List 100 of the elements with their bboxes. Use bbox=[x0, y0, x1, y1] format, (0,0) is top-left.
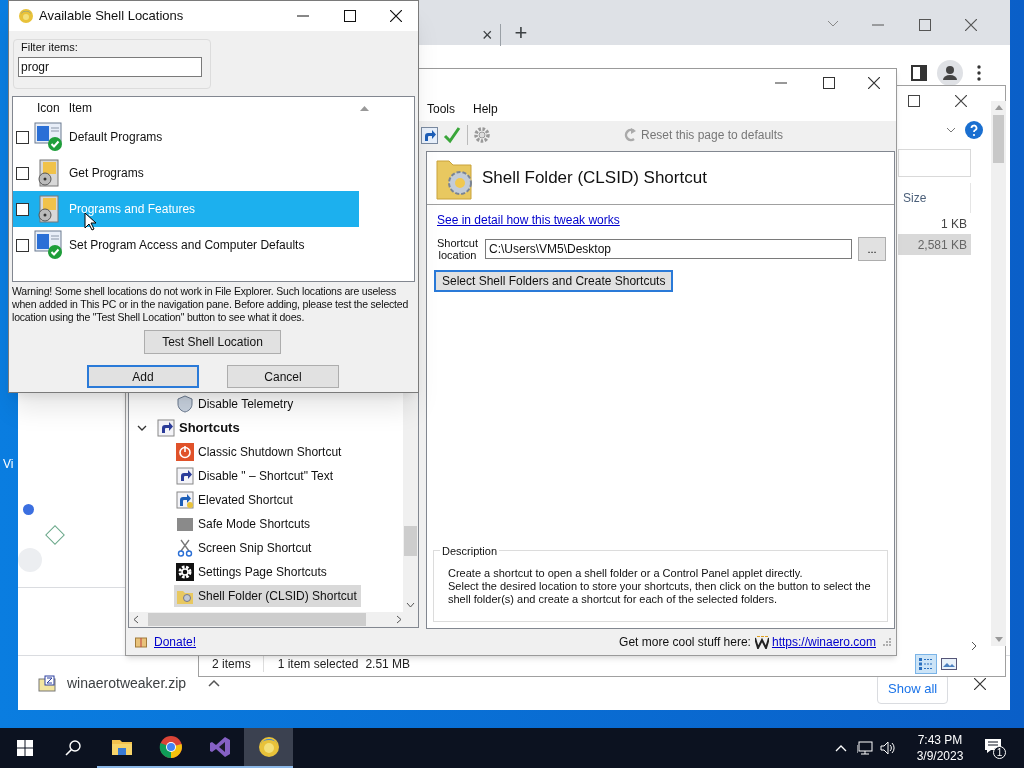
tree-item[interactable]: Disable Telemetry bbox=[174, 393, 298, 415]
scroll-right-icon[interactable] bbox=[971, 641, 977, 651]
menu-item[interactable]: Tools bbox=[427, 99, 455, 118]
status-text: 2.51 MB bbox=[365, 655, 411, 673]
scrollbar-thumb[interactable] bbox=[993, 115, 1004, 163]
reset-button[interactable]: Reset this page to defaults bbox=[623, 126, 784, 144]
maximize-icon[interactable] bbox=[344, 10, 356, 22]
w-logo-icon bbox=[754, 635, 769, 649]
windows-start-icon[interactable] bbox=[16, 740, 33, 756]
scrollbar-thumb[interactable] bbox=[404, 526, 417, 556]
create-shortcuts-button[interactable]: Select Shell Folders and Create Shortcuts bbox=[434, 270, 674, 292]
reset-icon bbox=[623, 127, 637, 143]
scroll-down-icon[interactable] bbox=[406, 602, 415, 608]
column-header[interactable]: Icon bbox=[37, 99, 60, 117]
sort-up-icon[interactable] bbox=[360, 105, 370, 111]
clock[interactable]: 7:43 PM 3/9/2023 bbox=[906, 732, 974, 764]
checkbox[interactable] bbox=[16, 130, 29, 144]
checkbox[interactable] bbox=[16, 238, 29, 252]
zip-file-icon bbox=[38, 674, 56, 692]
clock-date: 3/9/2023 bbox=[916, 748, 964, 764]
donate-box-icon bbox=[135, 636, 147, 648]
search-field[interactable] bbox=[898, 149, 971, 177]
more-menu-icon[interactable] bbox=[977, 64, 981, 81]
close-icon[interactable] bbox=[390, 10, 402, 22]
tile-icon bbox=[176, 515, 194, 533]
clock-time: 7:43 PM bbox=[917, 732, 963, 748]
file-size: 1 KB bbox=[941, 215, 967, 233]
notification-badge: 1 bbox=[993, 746, 1006, 759]
list-item-label: Get Programs bbox=[69, 165, 144, 182]
filter-label: Filter items: bbox=[21, 40, 79, 55]
side-panel-icon[interactable] bbox=[911, 64, 927, 81]
help-icon[interactable] bbox=[965, 121, 983, 139]
tree-item[interactable]: Classic Shutdown Shortcut bbox=[174, 441, 346, 463]
close-icon[interactable] bbox=[974, 678, 987, 690]
website-link[interactable]: https://winaero.com bbox=[771, 633, 876, 651]
close-icon[interactable] bbox=[868, 76, 880, 89]
tab-close-button[interactable]: × bbox=[482, 26, 493, 44]
checkbox[interactable] bbox=[16, 202, 29, 216]
details-view-button[interactable] bbox=[915, 653, 937, 674]
list-row[interactable]: Get Programs bbox=[13, 155, 359, 191]
scrollbar[interactable] bbox=[991, 101, 1006, 646]
file-row[interactable]: 2,581 KB bbox=[898, 234, 971, 255]
download-file-name[interactable]: winaerotweaker.zip bbox=[67, 672, 187, 694]
cancel-button[interactable]: Cancel bbox=[227, 365, 339, 388]
new-tab-button[interactable]: + bbox=[514, 22, 528, 44]
location-field[interactable]: C:\Users\VM5\Desktop bbox=[485, 239, 852, 259]
checkbox[interactable] bbox=[16, 166, 29, 180]
column-header[interactable]: Size bbox=[903, 189, 927, 207]
tweak-details-link[interactable]: See in detail how this tweak works bbox=[437, 211, 620, 229]
scroll-left-icon[interactable] bbox=[133, 615, 139, 624]
page-title: Shell Folder (CLSID) Shortcut bbox=[482, 167, 707, 190]
chevron-down-icon[interactable] bbox=[137, 423, 147, 433]
details-view-icon bbox=[919, 657, 933, 670]
add-button[interactable]: Add bbox=[87, 365, 199, 388]
taskbar-button[interactable] bbox=[244, 728, 293, 768]
app-logo-icon bbox=[256, 735, 281, 759]
tree-item[interactable]: Elevated Shortcut bbox=[174, 489, 297, 511]
file-row[interactable]: 1 KB bbox=[898, 213, 971, 234]
search-icon[interactable] bbox=[65, 740, 81, 756]
donate-link[interactable]: Donate! bbox=[154, 633, 197, 651]
tree-item[interactable]: Shell Folder (CLSID) Shortcut bbox=[174, 585, 361, 607]
filter-field[interactable]: progr bbox=[18, 56, 202, 77]
field-label: Shortcut location bbox=[436, 237, 479, 261]
scrollbar[interactable] bbox=[129, 612, 418, 627]
gear-icon bbox=[176, 563, 194, 581]
tree-item[interactable]: Screen Snip Shortcut bbox=[174, 537, 316, 559]
monitor-check-icon bbox=[34, 122, 64, 152]
maximize-icon[interactable] bbox=[823, 76, 835, 89]
promo-text: Get more cool stuff here: bbox=[619, 634, 751, 651]
large-icons-view-icon[interactable] bbox=[941, 657, 957, 670]
scissors-icon bbox=[176, 539, 194, 557]
tree-item[interactable]: Shortcuts bbox=[155, 417, 244, 439]
list-item-label: Default Programs bbox=[69, 129, 163, 146]
close-icon[interactable] bbox=[955, 95, 967, 107]
status-text: 1 item selected bbox=[277, 655, 359, 673]
column-header[interactable]: Item bbox=[68, 99, 93, 117]
volume-icon[interactable] bbox=[880, 741, 896, 755]
chevron-up-icon[interactable] bbox=[208, 679, 221, 687]
tree-item[interactable]: Settings Page Shortcuts bbox=[174, 561, 331, 583]
maximize-icon[interactable] bbox=[908, 95, 920, 107]
network-icon[interactable] bbox=[857, 741, 873, 755]
test-location-button[interactable]: Test Shell Location bbox=[144, 330, 281, 354]
power-icon bbox=[176, 443, 194, 461]
menu-item[interactable]: Help bbox=[473, 99, 498, 118]
tree-item[interactable]: Safe Mode Shortcuts bbox=[174, 513, 315, 535]
check-icon[interactable] bbox=[443, 126, 461, 144]
warning-text: Warning! Some shell locations do not work in File Explorer. Such locations are useless when added in This PC or in the navigation pane. Before adding, please test the selected location using the "Test Shell Location" button to see what it does. bbox=[12, 285, 410, 325]
tree-item[interactable]: Disable " – Shortcut" Text bbox=[174, 465, 338, 487]
monitor-check-icon bbox=[34, 230, 64, 260]
browse-button[interactable]: ... bbox=[858, 237, 886, 261]
status-text: 2 items bbox=[212, 655, 251, 673]
app-logo-icon bbox=[18, 8, 34, 24]
scroll-right-icon[interactable] bbox=[396, 615, 402, 624]
list-row[interactable]: Default Programs bbox=[13, 119, 359, 155]
scrollbar-thumb[interactable] bbox=[148, 613, 366, 626]
resize-grip-icon[interactable] bbox=[882, 637, 892, 647]
infinity-logo-icon bbox=[207, 735, 232, 759]
list-row[interactable]: Set Program Access and Computer Defaults bbox=[13, 227, 359, 263]
profile-icon[interactable] bbox=[937, 59, 963, 86]
shield-icon bbox=[176, 395, 194, 413]
